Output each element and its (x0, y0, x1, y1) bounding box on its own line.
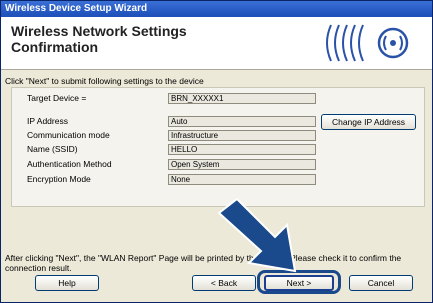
ssid-label: Name (SSID) (27, 144, 78, 154)
wizard-window: Wireless Device Setup Wizard Wireless Ne… (0, 0, 433, 303)
authentication-method-field: Open System (168, 159, 316, 170)
communication-mode-field: Infrastructure (168, 130, 316, 141)
encryption-mode-label: Encryption Mode (27, 174, 91, 184)
wireless-logo-icon (321, 19, 421, 67)
help-button[interactable]: Help (35, 275, 99, 291)
target-device-field: BRN_XXXXX1 (168, 93, 316, 104)
pointer-arrow-icon (215, 197, 305, 273)
window-titlebar: Wireless Device Setup Wizard (1, 1, 432, 17)
encryption-mode-field: None (168, 174, 316, 185)
target-device-label: Target Device = (27, 93, 87, 103)
intro-text: Click "Next" to submit following setting… (5, 76, 204, 86)
ip-address-label: IP Address (27, 116, 68, 126)
page-title-line1: Wireless Network Settings (11, 23, 187, 39)
page-title: Wireless Network Settings Confirmation (11, 23, 271, 55)
ssid-field: HELLO (168, 144, 316, 155)
wizard-header: Wireless Network Settings Confirmation (1, 17, 432, 70)
ip-address-field: Auto (168, 116, 316, 127)
next-button-highlight (257, 270, 341, 294)
change-ip-address-button[interactable]: Change IP Address (321, 114, 416, 130)
communication-mode-label: Communication mode (27, 130, 110, 140)
authentication-method-label: Authentication Method (27, 159, 112, 169)
page-title-line2: Confirmation (11, 39, 99, 55)
back-button[interactable]: < Back (192, 275, 256, 291)
cancel-button[interactable]: Cancel (349, 275, 413, 291)
